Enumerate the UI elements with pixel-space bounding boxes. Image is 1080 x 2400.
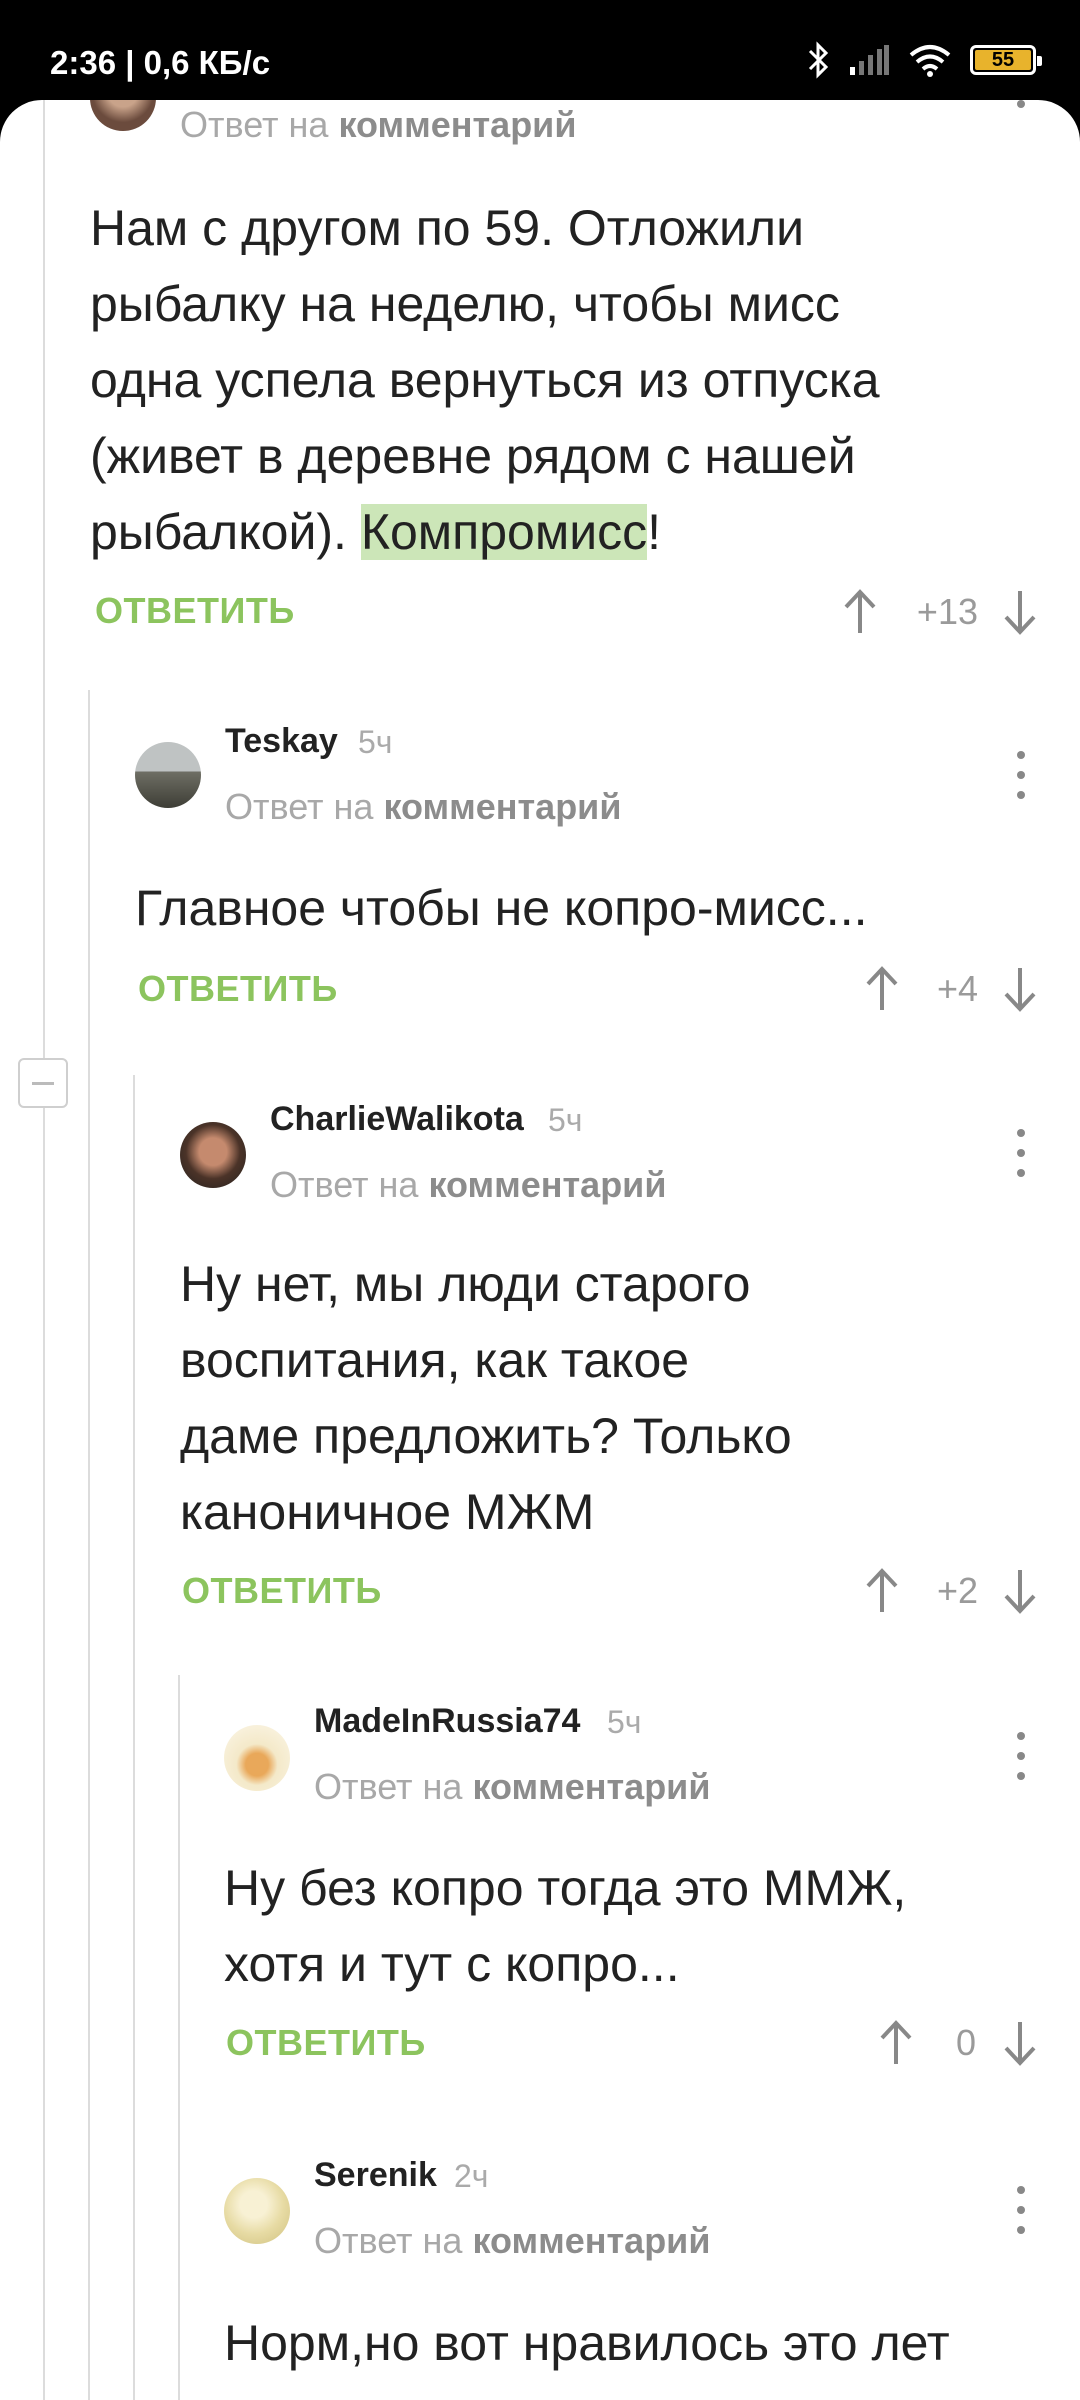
comment-text: Норм,но вот нравилось это лет [224, 2305, 950, 2381]
text-line: Нам с другом по 59. Отложили [90, 200, 805, 256]
reply-target-link[interactable]: комментарий [383, 786, 621, 827]
more-options-icon[interactable] [1006, 745, 1036, 805]
text-line: Ну без копро тогда это ММЖ, [224, 1860, 907, 1916]
text-line: одна успела вернуться из отпуска [90, 352, 880, 408]
comment-text: Нам с другом по 59. Отложили рыбалку на … [90, 190, 880, 570]
reply-to: Ответ на комментарий [180, 104, 577, 145]
reply-to: Ответ на комментарий [270, 1164, 667, 1205]
avatar[interactable] [180, 1122, 246, 1188]
comment-text: Ну без копро тогда это ММЖ, хотя и тут с… [224, 1850, 906, 2002]
reply-target-link[interactable]: комментарий [472, 1766, 710, 1807]
text-line: даме предложить? Только [180, 1408, 792, 1464]
highlighted-word[interactable]: Компромисс [360, 504, 648, 560]
more-options-icon[interactable] [1006, 2180, 1036, 2240]
score: +2 [936, 1570, 978, 1611]
reply-target-link[interactable]: комментарий [428, 1164, 666, 1205]
downvote-icon[interactable] [1000, 587, 1040, 637]
avatar[interactable] [135, 742, 201, 808]
signal-icon [850, 45, 889, 75]
text-line: рыбалку на неделю, чтобы мисс [90, 276, 840, 332]
status-time: 2:36 | 0,6 КБ/с [50, 44, 271, 81]
text-line: Норм,но вот нравилось это лет [224, 2315, 950, 2371]
text-line: рыбалкой). Компромисс! [90, 504, 662, 560]
comment-time: 5ч [548, 1102, 583, 1138]
vote-controls: +2 [862, 1566, 1040, 1616]
vote-controls: +4 [862, 964, 1040, 1014]
comments-sheet[interactable]: Ответ на комментарий Нам с другом по 59.… [0, 100, 1080, 2400]
upvote-icon[interactable] [862, 964, 902, 1014]
text-line: (живет в деревне рядом с нашей [90, 428, 856, 484]
upvote-icon[interactable] [862, 1566, 902, 1616]
author-name[interactable]: Teskay [225, 722, 338, 761]
reply-button[interactable]: ОТВЕТИТЬ [95, 590, 295, 632]
author-name[interactable]: CharlieWalikota [270, 1100, 524, 1139]
text-line: Ну нет, мы люди старого [180, 1256, 751, 1312]
reply-target-link[interactable]: комментарий [472, 2220, 710, 2261]
comment-time: 2ч [454, 2158, 489, 2194]
vote-controls: 0 [876, 2018, 1040, 2068]
comment-text: Ну нет, мы люди старого воспитания, как … [180, 1246, 792, 1550]
status-icons: 55 [806, 40, 1042, 80]
avatar[interactable] [224, 2178, 290, 2244]
reply-button[interactable]: ОТВЕТИТЬ [226, 2022, 426, 2064]
reply-button[interactable]: ОТВЕТИТЬ [138, 968, 338, 1010]
comment-time: 5ч [358, 724, 393, 760]
wifi-icon [909, 45, 951, 77]
avatar[interactable] [224, 1725, 290, 1791]
collapse-thread-button[interactable] [18, 1058, 68, 1108]
battery-icon: 55 [970, 45, 1042, 75]
reply-button[interactable]: ОТВЕТИТЬ [182, 1570, 382, 1612]
thread-line [178, 1675, 180, 2400]
text-line: воспитания, как такое [180, 1332, 690, 1388]
downvote-icon[interactable] [1000, 2018, 1040, 2068]
comment-time: 5ч [607, 1704, 642, 1740]
thread-line [133, 1075, 135, 2400]
more-options-icon[interactable] [1006, 1726, 1036, 1786]
score: 0 [955, 2022, 976, 2063]
downvote-icon[interactable] [1000, 1566, 1040, 1616]
thread-line [88, 690, 90, 2400]
text-line: хотя и тут с копро... [224, 1936, 680, 1992]
battery-level: 55 [975, 49, 1031, 71]
more-options-icon[interactable] [1006, 1123, 1036, 1183]
downvote-icon[interactable] [1000, 964, 1040, 1014]
reply-to: Ответ на комментарий [225, 786, 622, 827]
reply-target-link[interactable]: комментарий [338, 104, 576, 145]
author-name[interactable]: Serenik [314, 2156, 437, 2195]
avatar[interactable] [90, 100, 156, 131]
author-name[interactable]: MadeInRussia74 [314, 1702, 580, 1741]
upvote-icon[interactable] [876, 2018, 916, 2068]
comment-text: Главное чтобы не копро-мисс... [135, 870, 867, 946]
reply-to: Ответ на комментарий [314, 2220, 711, 2261]
score: +4 [936, 968, 978, 1009]
upvote-icon[interactable] [840, 587, 880, 637]
reply-to: Ответ на комментарий [314, 1766, 711, 1807]
bluetooth-icon [808, 41, 829, 79]
score: +13 [916, 591, 978, 632]
thread-line [43, 100, 45, 1058]
text-line: каноничное МЖМ [180, 1484, 595, 1540]
text-line: Главное чтобы не копро-мисс... [135, 880, 868, 936]
vote-controls: +13 [840, 587, 1040, 637]
thread-line [43, 1108, 45, 2400]
more-options-icon[interactable] [1006, 100, 1036, 120]
